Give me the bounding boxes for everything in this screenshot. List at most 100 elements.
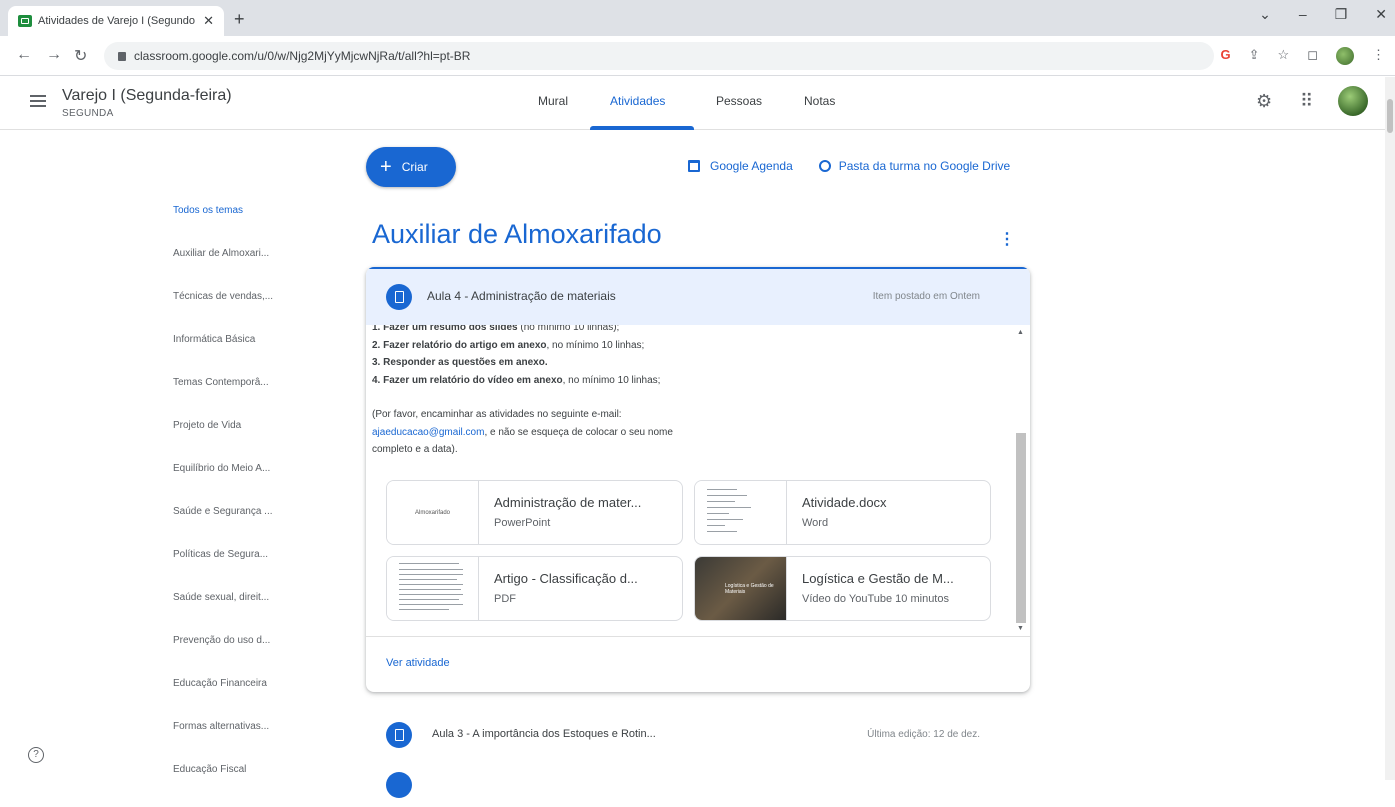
lock-icon <box>118 51 126 61</box>
email-link[interactable]: ajaeducacao@gmail.com <box>372 427 484 438</box>
app-header: Varejo I (Segunda-feira) SEGUNDA Mural A… <box>0 77 1385 130</box>
scroll-down-arrow-icon[interactable]: ▼ <box>1017 625 1024 632</box>
desc-step-4: 4. Fazer um relatório do vídeo em anexo <box>372 374 563 386</box>
sidebar-item[interactable]: Prevenção do uso d... <box>173 635 303 678</box>
attachment-type: Vídeo do YouTube 10 minutos <box>802 593 949 605</box>
account-avatar[interactable] <box>1338 86 1368 116</box>
desc-step-1: 1. Fazer um resumo dos slides <box>372 325 518 333</box>
attachment-pdf[interactable]: Artigo - Classificação d... PDF <box>386 556 683 621</box>
assignment-card: Aula 4 - Administração de materiais Item… <box>366 267 1030 692</box>
active-tab-indicator <box>590 126 694 130</box>
attachment-type: Word <box>802 517 829 529</box>
share-icon[interactable]: ⇪ <box>1249 47 1260 65</box>
calendar-icon <box>688 160 700 172</box>
attachment-type: PDF <box>494 593 516 605</box>
bookmark-star-icon[interactable]: ☆ <box>1278 47 1290 65</box>
reload-icon[interactable]: ↻ <box>74 46 87 66</box>
browser-toolbar: ← → ↻ classroom.google.com/u/0/w/Njg2MjY… <box>0 36 1395 76</box>
assignment-body: 1. Fazer um resumo dos slides (no mínimo… <box>366 325 1030 637</box>
sidebar-item[interactable]: Técnicas de vendas,... <box>173 291 303 334</box>
browser-menu-icon[interactable]: ⋮ <box>1372 47 1385 65</box>
google-calendar-link[interactable]: Google Agenda <box>710 159 793 173</box>
topic-more-icon[interactable]: ⋮ <box>999 229 1015 249</box>
desc-step-3: 3. Responder as questões em anexo. <box>372 357 548 368</box>
tab-search-icon[interactable]: ⌄ <box>1259 6 1271 23</box>
sidebar-item[interactable]: Temas Contemporâ... <box>173 377 303 420</box>
class-nav-tabs: Mural Atividades Pessoas Notas <box>0 77 1385 130</box>
extension-icons: G ⇪ ☆ ◻ ⋮ <box>1221 47 1385 65</box>
attachment-powerpoint[interactable]: Almoxarifado Administração de mater... P… <box>386 480 683 545</box>
desc-step-2-rest: , no mínimo 10 linhas; <box>546 339 645 351</box>
desc-step-2: 2. Fazer relatório do artigo em anexo <box>372 339 547 351</box>
attachment-name: Administração de mater... <box>494 495 642 510</box>
sidebar-item[interactable]: Formas alternativas... <box>173 721 303 764</box>
tab-atividades[interactable]: Atividades <box>610 94 665 108</box>
window-controls: ⌄ – ❐ ✕ <box>1259 6 1387 23</box>
create-label: Criar <box>401 160 428 174</box>
browser-tab[interactable]: Atividades de Varejo I (Segundo ✕ <box>8 6 224 36</box>
assignment-header[interactable]: Aula 4 - Administração de materiais Item… <box>366 267 1030 325</box>
attachment-thumbnail <box>387 557 479 620</box>
assignment-row[interactable]: Aula 3 - A importância dos Estoques e Ro… <box>366 714 1030 762</box>
tab-mural[interactable]: Mural <box>538 94 568 108</box>
thumbnail-text: Almoxarifado <box>414 509 450 516</box>
assignment-title[interactable]: Aula 4 - Administração de materiais <box>427 289 616 303</box>
desc-instruction-3: completo e a data). <box>372 444 458 455</box>
attachment-youtube[interactable]: Logística e Gestão de Materiais Logístic… <box>694 556 991 621</box>
forward-arrow-icon[interactable]: → <box>46 46 62 64</box>
assignment-icon[interactable] <box>386 772 412 798</box>
attachment-name: Logística e Gestão de M... <box>802 571 954 586</box>
browser-tab-title: Atividades de Varejo I (Segundo <box>38 15 195 27</box>
topic-heading: Auxiliar de Almoxarifado <box>372 219 662 249</box>
attachment-thumbnail: Almoxarifado <box>387 481 479 544</box>
desc-step-4-rest: , no mínimo 10 linhas; <box>562 374 661 386</box>
restore-button[interactable]: ❐ <box>1335 6 1348 23</box>
description-scrollbar-thumb[interactable] <box>1016 433 1026 623</box>
plus-icon: + <box>380 156 392 178</box>
page-scrollbar[interactable] <box>1385 77 1395 780</box>
settings-gear-icon[interactable]: ⚙ <box>1256 91 1272 112</box>
sidebar-item[interactable]: Auxiliar de Almoxari... <box>173 248 303 291</box>
assignment-description: 1. Fazer um resumo dos slides (no mínimo… <box>372 325 1002 459</box>
profile-avatar[interactable] <box>1336 47 1354 65</box>
description-scrollbar[interactable]: ▲ ▼ <box>1016 325 1026 635</box>
scroll-up-arrow-icon[interactable]: ▲ <box>1017 329 1024 336</box>
google-translate-icon[interactable]: G <box>1221 47 1231 65</box>
back-arrow-icon[interactable]: ← <box>16 46 32 64</box>
minimize-button[interactable]: – <box>1299 6 1307 23</box>
help-icon[interactable]: ? <box>28 747 44 763</box>
desc-instruction-2: , e não se esqueça de colocar o seu nome <box>484 426 673 438</box>
tab-pessoas[interactable]: Pessoas <box>716 94 762 108</box>
drive-icon <box>818 160 831 172</box>
sidebar-item[interactable]: Saúde e Segurança ... <box>173 506 303 549</box>
tab-close-icon[interactable]: ✕ <box>203 13 214 29</box>
sidebar-item[interactable]: Equilíbrio do Meio A... <box>173 463 303 506</box>
attachment-word[interactable]: Atividade.docx Word <box>694 480 991 545</box>
classroom-app: Varejo I (Segunda-feira) SEGUNDA Mural A… <box>0 77 1395 798</box>
sidebar-item[interactable]: Projeto de Vida <box>173 420 303 463</box>
new-tab-button[interactable]: + <box>234 9 245 30</box>
page-scrollbar-thumb[interactable] <box>1387 99 1393 133</box>
sidebar-item[interactable]: Educação Financeira <box>173 678 303 721</box>
tab-notas[interactable]: Notas <box>804 94 835 108</box>
side-panel-icon[interactable]: ◻ <box>1307 47 1318 65</box>
assignment-edited: Última edição: 12 de dez. <box>867 729 980 740</box>
attachment-name: Artigo - Classificação d... <box>494 571 638 586</box>
desc-step-1-rest: (no mínimo 10 linhas); <box>517 325 620 333</box>
close-window-button[interactable]: ✕ <box>1375 6 1387 23</box>
assignment-icon <box>386 284 412 310</box>
view-assignment-link[interactable]: Ver atividade <box>386 657 450 669</box>
drive-folder-link[interactable]: Pasta da turma no Google Drive <box>839 159 1010 173</box>
sidebar-item[interactable]: Informática Básica <box>173 334 303 377</box>
sidebar-item-all-topics[interactable]: Todos os temas <box>173 205 303 248</box>
sidebar-item[interactable]: Educação Fiscal <box>173 764 303 807</box>
sidebar-item[interactable]: Políticas de Segura... <box>173 549 303 592</box>
topic-sidebar: Todos os temas Auxiliar de Almoxari... T… <box>173 205 303 807</box>
sidebar-item[interactable]: Saúde sexual, direit... <box>173 592 303 635</box>
create-button[interactable]: + Criar <box>366 147 456 187</box>
apps-grid-icon[interactable]: ⠿ <box>1300 91 1313 112</box>
address-bar[interactable]: classroom.google.com/u/0/w/Njg2MjYyMjcwN… <box>104 42 1214 70</box>
desc-instruction: (Por favor, encaminhar as atividades no … <box>372 409 622 420</box>
assignment-posted: Item postado em Ontem <box>872 291 980 302</box>
attachment-thumbnail <box>695 481 787 544</box>
